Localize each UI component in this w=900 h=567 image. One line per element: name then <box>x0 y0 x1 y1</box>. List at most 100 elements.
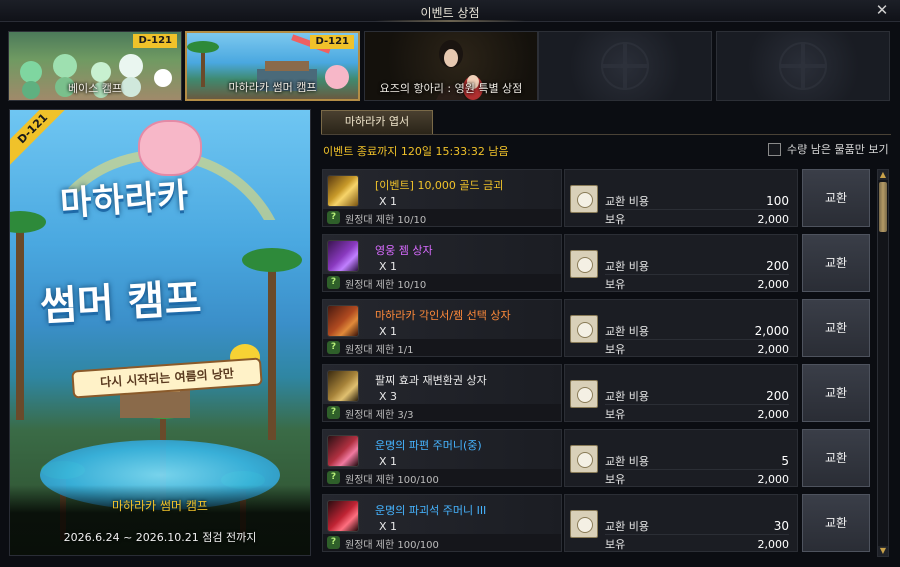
remaining-only-filter[interactable]: 수량 남은 물품만 보기 <box>768 142 889 156</box>
shop-item-row: 팔찌 효과 재변환권 상자 X 3 ? 원정대 제한 3/3 교환 비용 200… <box>322 364 872 424</box>
item-quantity: X 1 <box>379 325 398 338</box>
scroll-up-icon[interactable]: ▲ <box>878 170 888 180</box>
owned-label: 보유 <box>605 213 626 226</box>
event-tab-label: 요즈의 항아리 : 영원 특별 상점 <box>379 82 523 95</box>
owned-label: 보유 <box>605 538 626 551</box>
event-tab-empty-1 <box>538 31 712 101</box>
question-icon[interactable]: ? <box>327 211 340 224</box>
dday-badge: D-121 <box>310 35 354 49</box>
cost-label: 교환 비용 <box>605 389 649 403</box>
tab-mahalaka-postcard[interactable]: 마하라카 엽서 <box>321 110 433 134</box>
item-cost: 교환 비용 5 보유 2,000 <box>564 429 798 487</box>
item-quantity: X 1 <box>379 260 398 273</box>
cost-value: 5 <box>781 453 789 468</box>
cost-label: 교환 비용 <box>605 324 649 338</box>
gold-bar-icon <box>327 175 359 207</box>
item-cost: 교환 비용 200 보유 2,000 <box>564 234 798 292</box>
compass-crest-icon <box>779 42 827 90</box>
shop-item-row: 운명의 파괴석 주머니 III X 1 ? 원정대 제한 100/100 교환 … <box>322 494 872 554</box>
shop-item-row: [이벤트] 10,000 골드 금괴 X 1 ? 원정대 제한 10/10 교환… <box>322 169 872 229</box>
event-banner: D-121 마하라카 썸머 캠프 다시 시작되는 여름의 낭만 마하라카 썸머 … <box>9 109 311 556</box>
shop-item-list: [이벤트] 10,000 골드 금괴 X 1 ? 원정대 제한 10/10 교환… <box>322 169 872 557</box>
event-tab-summer-camp[interactable]: D-121 마하라카 썸머 캠프 <box>185 31 360 101</box>
close-icon[interactable]: ✕ <box>874 1 890 19</box>
item-quantity: X 1 <box>379 195 398 208</box>
postcard-currency-icon <box>570 250 598 278</box>
item-quantity: X 1 <box>379 455 398 468</box>
banner-event-period: 2026.6.24 ~ 2026.10.21 점검 전까지 <box>63 531 257 544</box>
item-cost: 교환 비용 30 보유 2,000 <box>564 494 798 552</box>
shop-item-row: 마하라카 각인서/젬 선택 상자 X 1 ? 원정대 제한 1/1 교환 비용 … <box>322 299 872 359</box>
exchange-button[interactable]: 교환 <box>802 234 870 292</box>
destruction-stone-pouch-icon <box>327 500 359 532</box>
item-quantity: X 3 <box>379 390 398 403</box>
exchange-button[interactable]: 교환 <box>802 169 870 227</box>
exchange-button[interactable]: 교환 <box>802 429 870 487</box>
owned-value: 2,000 <box>757 472 790 486</box>
item-limit: ? 원정대 제한 10/10 <box>323 274 561 291</box>
item-info[interactable]: 마하라카 각인서/젬 선택 상자 X 1 ? 원정대 제한 1/1 <box>322 299 562 357</box>
exchange-button[interactable]: 교환 <box>802 494 870 552</box>
event-tab-yoz-jar[interactable]: 요즈의 항아리 : 영원 특별 상점 <box>364 31 538 101</box>
item-limit-text: 원정대 제한 3/3 <box>345 410 414 421</box>
item-info[interactable]: 영웅 젬 상자 X 1 ? 원정대 제한 10/10 <box>322 234 562 292</box>
question-icon[interactable]: ? <box>327 471 340 484</box>
bracelet-chest-icon <box>327 370 359 402</box>
question-icon[interactable]: ? <box>327 276 340 289</box>
item-info[interactable]: 팔찌 효과 재변환권 상자 X 3 ? 원정대 제한 3/3 <box>322 364 562 422</box>
shard-pouch-icon <box>327 435 359 467</box>
item-limit-text: 원정대 제한 100/100 <box>345 475 439 486</box>
gem-chest-icon <box>327 240 359 272</box>
banner-title-line2: 썸머 캠프 <box>39 275 203 331</box>
event-tab-strip: D-121 베이스 캠프 D-121 마하라카 썸머 캠프 요즈의 항아리 : … <box>8 31 892 103</box>
owned-label: 보유 <box>605 278 626 291</box>
item-limit: ? 원정대 제한 100/100 <box>323 469 561 486</box>
item-info[interactable]: 운명의 파편 주머니(중) X 1 ? 원정대 제한 100/100 <box>322 429 562 487</box>
banner-event-name: 마하라카 썸머 캠프 <box>112 499 208 513</box>
cost-label: 교환 비용 <box>605 259 649 273</box>
cost-value: 200 <box>766 258 789 273</box>
cost-label: 교환 비용 <box>605 194 649 208</box>
item-limit: ? 원정대 제한 3/3 <box>323 404 561 421</box>
exchange-button[interactable]: 교환 <box>802 299 870 357</box>
question-icon[interactable]: ? <box>327 406 340 419</box>
item-limit: ? 원정대 제한 100/100 <box>323 534 561 551</box>
item-limit-text: 원정대 제한 10/10 <box>345 280 427 291</box>
item-name: 운명의 파괴석 주머니 III <box>375 504 487 517</box>
owned-value: 2,000 <box>757 342 790 356</box>
item-info[interactable]: [이벤트] 10,000 골드 금괴 X 1 ? 원정대 제한 10/10 <box>322 169 562 227</box>
cost-value: 100 <box>766 193 789 208</box>
owned-label: 보유 <box>605 473 626 486</box>
shop-item-row: 운명의 파편 주머니(중) X 1 ? 원정대 제한 100/100 교환 비용… <box>322 429 872 489</box>
scroll-down-icon[interactable]: ▼ <box>878 546 888 556</box>
question-icon[interactable]: ? <box>327 341 340 354</box>
event-tab-label: 베이스 캠프 <box>67 82 123 95</box>
question-icon[interactable]: ? <box>327 536 340 549</box>
owned-label: 보유 <box>605 408 626 421</box>
postcard-currency-icon <box>570 185 598 213</box>
event-remaining-time: 이벤트 종료까지 120일 15:33:32 남음 <box>323 145 509 158</box>
compass-crest-icon <box>601 42 649 90</box>
filter-label: 수량 남은 물품만 보기 <box>787 143 889 156</box>
list-scrollbar[interactable]: ▲ ▼ <box>877 169 889 557</box>
owned-value: 2,000 <box>757 537 790 551</box>
postcard-currency-icon <box>570 510 598 538</box>
exchange-button[interactable]: 교환 <box>802 364 870 422</box>
window-title: 이벤트 상점 <box>420 6 480 20</box>
owned-label: 보유 <box>605 343 626 356</box>
postcard-currency-icon <box>570 315 598 343</box>
event-tab-label: 마하라카 썸머 캠프 <box>228 81 317 94</box>
banner-title-line1: 마하라카 <box>59 175 191 225</box>
engraving-chest-icon <box>327 305 359 337</box>
item-limit-text: 원정대 제한 1/1 <box>345 345 414 356</box>
shop-item-row: 영웅 젬 상자 X 1 ? 원정대 제한 10/10 교환 비용 200 보유 … <box>322 234 872 294</box>
item-name: 운명의 파편 주머니(중) <box>375 439 482 452</box>
item-cost: 교환 비용 2,000 보유 2,000 <box>564 299 798 357</box>
filter-checkbox[interactable] <box>768 142 781 156</box>
owned-value: 2,000 <box>757 407 790 421</box>
item-info[interactable]: 운명의 파괴석 주머니 III X 1 ? 원정대 제한 100/100 <box>322 494 562 552</box>
scroll-thumb[interactable] <box>879 182 887 232</box>
item-name: 팔찌 효과 재변환권 상자 <box>375 374 487 387</box>
event-tab-base-camp[interactable]: D-121 베이스 캠프 <box>8 31 182 101</box>
item-limit-text: 원정대 제한 10/10 <box>345 215 427 226</box>
